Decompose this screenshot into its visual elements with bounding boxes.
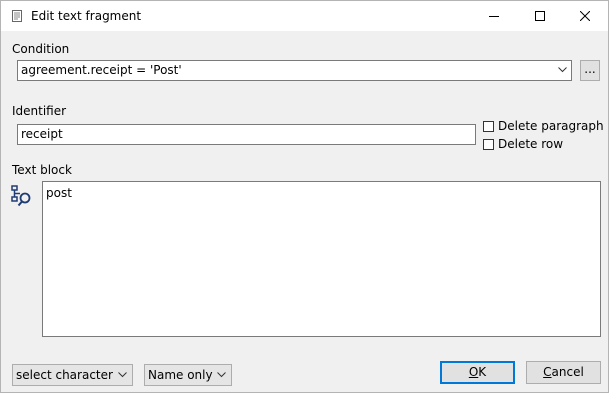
name-mode-value: Name only [148, 368, 213, 382]
checkbox-box [483, 138, 494, 150]
cancel-label: ancel [551, 365, 584, 379]
checkbox-box [483, 120, 494, 132]
minimize-icon [489, 16, 499, 17]
cancel-mnemonic: C [543, 365, 552, 379]
maximize-icon [535, 11, 545, 21]
delete-paragraph-label: Delete paragraph [498, 119, 604, 133]
ok-mnemonic: O [468, 365, 479, 379]
identifier-label: Identifier [12, 104, 67, 118]
delete-row-checkbox[interactable]: Delete row [483, 137, 563, 151]
ok-button[interactable]: OK [440, 361, 515, 384]
select-character-value: select character [16, 368, 113, 382]
maximize-button[interactable] [517, 1, 563, 31]
chevron-down-icon [217, 372, 226, 378]
minimize-button[interactable] [471, 1, 517, 31]
condition-label: Condition [12, 42, 70, 56]
window-title: Edit text fragment [31, 9, 142, 23]
condition-value: agreement.receipt = 'Post' [21, 63, 182, 77]
document-icon [12, 10, 22, 22]
ok-label: K [478, 365, 487, 379]
select-character-dropdown[interactable]: select character [12, 364, 133, 386]
delete-row-label: Delete row [498, 137, 564, 151]
cancel-button[interactable]: Cancel [526, 361, 601, 384]
identifier-field[interactable]: receipt [17, 124, 476, 145]
title-bar: Edit text fragment [1, 1, 608, 31]
condition-browse-button[interactable]: ... [580, 60, 600, 81]
close-button[interactable] [562, 1, 608, 31]
condition-combobox[interactable]: agreement.receipt = 'Post' [17, 60, 572, 81]
text-block-label: Text block [12, 163, 72, 177]
chevron-down-icon [118, 372, 127, 378]
name-mode-dropdown[interactable]: Name only [144, 364, 232, 386]
chevron-down-icon [558, 67, 567, 73]
close-icon [580, 11, 590, 21]
delete-paragraph-checkbox[interactable]: Delete paragraph [483, 119, 604, 133]
field-browser-icon[interactable] [11, 185, 33, 207]
text-block-content: post [46, 186, 72, 200]
identifier-value: receipt [21, 127, 63, 141]
text-block-editor[interactable]: post [42, 181, 601, 337]
edit-text-fragment-dialog: Edit text fragment Condition agreement.r… [0, 0, 609, 393]
